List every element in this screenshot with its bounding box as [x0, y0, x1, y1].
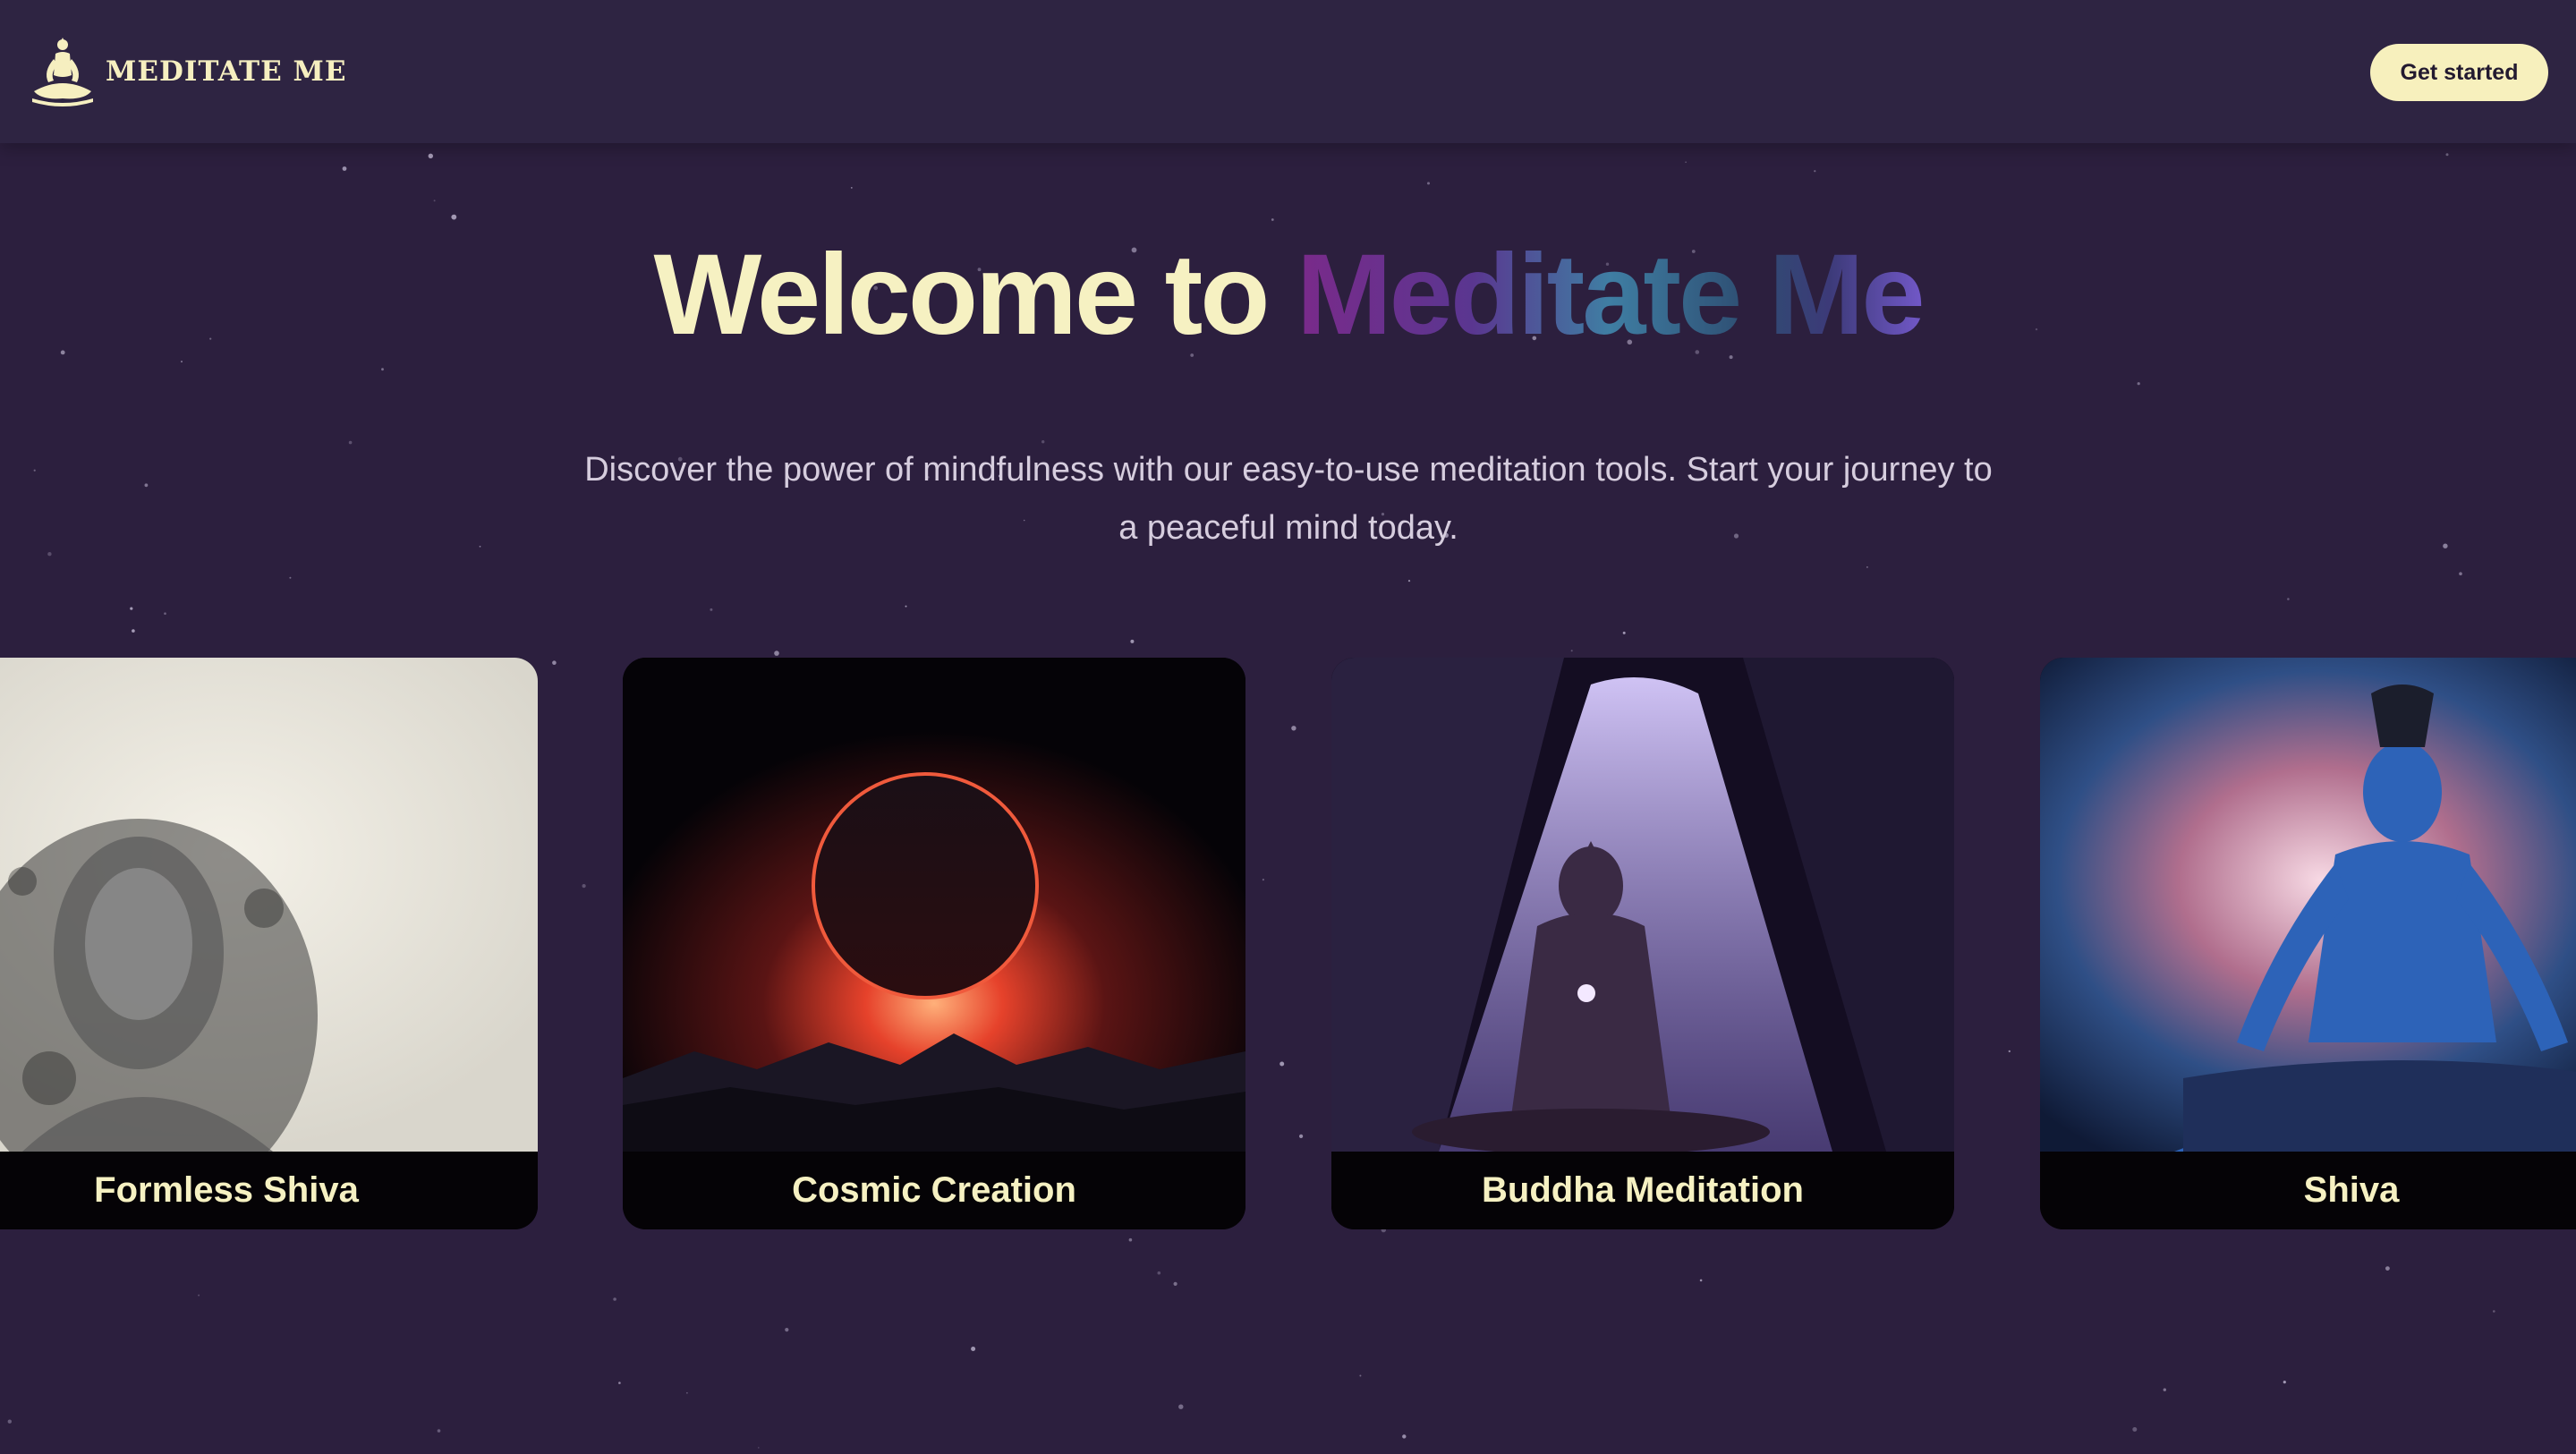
star — [710, 608, 713, 611]
star — [7, 1419, 12, 1424]
star — [1402, 1434, 1407, 1439]
star — [2443, 543, 2448, 548]
star — [433, 200, 436, 202]
star — [618, 1382, 621, 1384]
card-title: Cosmic Creation — [623, 1152, 1245, 1229]
star — [428, 153, 433, 158]
star — [1299, 1134, 1304, 1138]
star — [130, 607, 133, 610]
hero-title-plain: Welcome to — [653, 231, 1270, 359]
star — [1128, 1237, 1133, 1242]
star — [164, 612, 166, 615]
star — [2137, 382, 2140, 386]
card-image — [0, 658, 538, 1152]
navbar: MEDITATE ME Get started — [0, 0, 2576, 143]
card-cosmic-creation[interactable]: Cosmic Creation — [623, 658, 1245, 1229]
logo[interactable]: MEDITATE ME — [30, 36, 347, 107]
star — [437, 1429, 441, 1433]
star — [33, 469, 36, 472]
star — [2445, 153, 2449, 157]
meditating-figure-icon — [32, 38, 93, 106]
star — [1359, 1374, 1362, 1377]
star — [774, 650, 779, 656]
star — [2287, 598, 2290, 600]
star — [451, 214, 457, 220]
star — [850, 187, 853, 189]
star — [479, 545, 481, 548]
card-image — [2040, 658, 2576, 1152]
star — [1130, 639, 1135, 643]
star — [132, 629, 135, 633]
star — [1262, 879, 1264, 881]
star — [1271, 218, 1274, 221]
star — [686, 1392, 688, 1394]
card-shiva[interactable]: Shiva — [2040, 658, 2576, 1229]
hero-subtitle: Discover the power of mindfulness with o… — [584, 451, 1993, 547]
star — [381, 368, 384, 371]
hero-title: Welcome to Meditate Me — [0, 228, 2576, 362]
get-started-button[interactable]: Get started — [2370, 44, 2548, 101]
star — [2459, 572, 2462, 575]
star — [758, 1447, 760, 1449]
star — [785, 1328, 789, 1332]
star — [2385, 1266, 2390, 1271]
star — [198, 1294, 200, 1297]
logo-text: MEDITATE ME — [106, 55, 347, 88]
star — [1279, 1061, 1285, 1067]
star — [144, 483, 149, 488]
star — [1427, 182, 1430, 185]
card-image — [1331, 658, 1954, 1152]
star — [582, 884, 586, 889]
card-image — [623, 658, 1245, 1152]
card-title: Buddha Meditation — [1331, 1152, 1954, 1229]
star — [2008, 1050, 2011, 1053]
star — [2163, 1388, 2166, 1391]
hero-title-gradient: Meditate Me — [1297, 231, 1926, 359]
star — [971, 1347, 976, 1351]
card-title: Formless Shiva — [0, 1152, 538, 1229]
star — [1622, 631, 1626, 634]
star — [1157, 1271, 1161, 1275]
star — [1291, 726, 1297, 731]
card-formless-shiva[interactable]: Formless Shiva — [0, 658, 538, 1229]
star — [2493, 1310, 2495, 1313]
star — [552, 660, 557, 665]
star — [1178, 1404, 1184, 1409]
star — [2283, 1381, 2286, 1384]
star — [1685, 161, 1687, 163]
star — [613, 1297, 616, 1301]
star — [1570, 650, 1573, 652]
card-title: Shiva — [2040, 1152, 2576, 1229]
star — [47, 552, 52, 557]
card-buddha-meditation[interactable]: Buddha Meditation — [1331, 658, 1954, 1229]
star — [1814, 170, 1816, 173]
star — [1407, 580, 1411, 582]
star — [1173, 1281, 1177, 1286]
star — [1866, 566, 1868, 568]
star — [2132, 1427, 2138, 1432]
star — [289, 576, 292, 579]
star — [348, 440, 353, 445]
star — [1699, 1279, 1703, 1282]
star — [342, 166, 347, 171]
star — [905, 605, 907, 608]
